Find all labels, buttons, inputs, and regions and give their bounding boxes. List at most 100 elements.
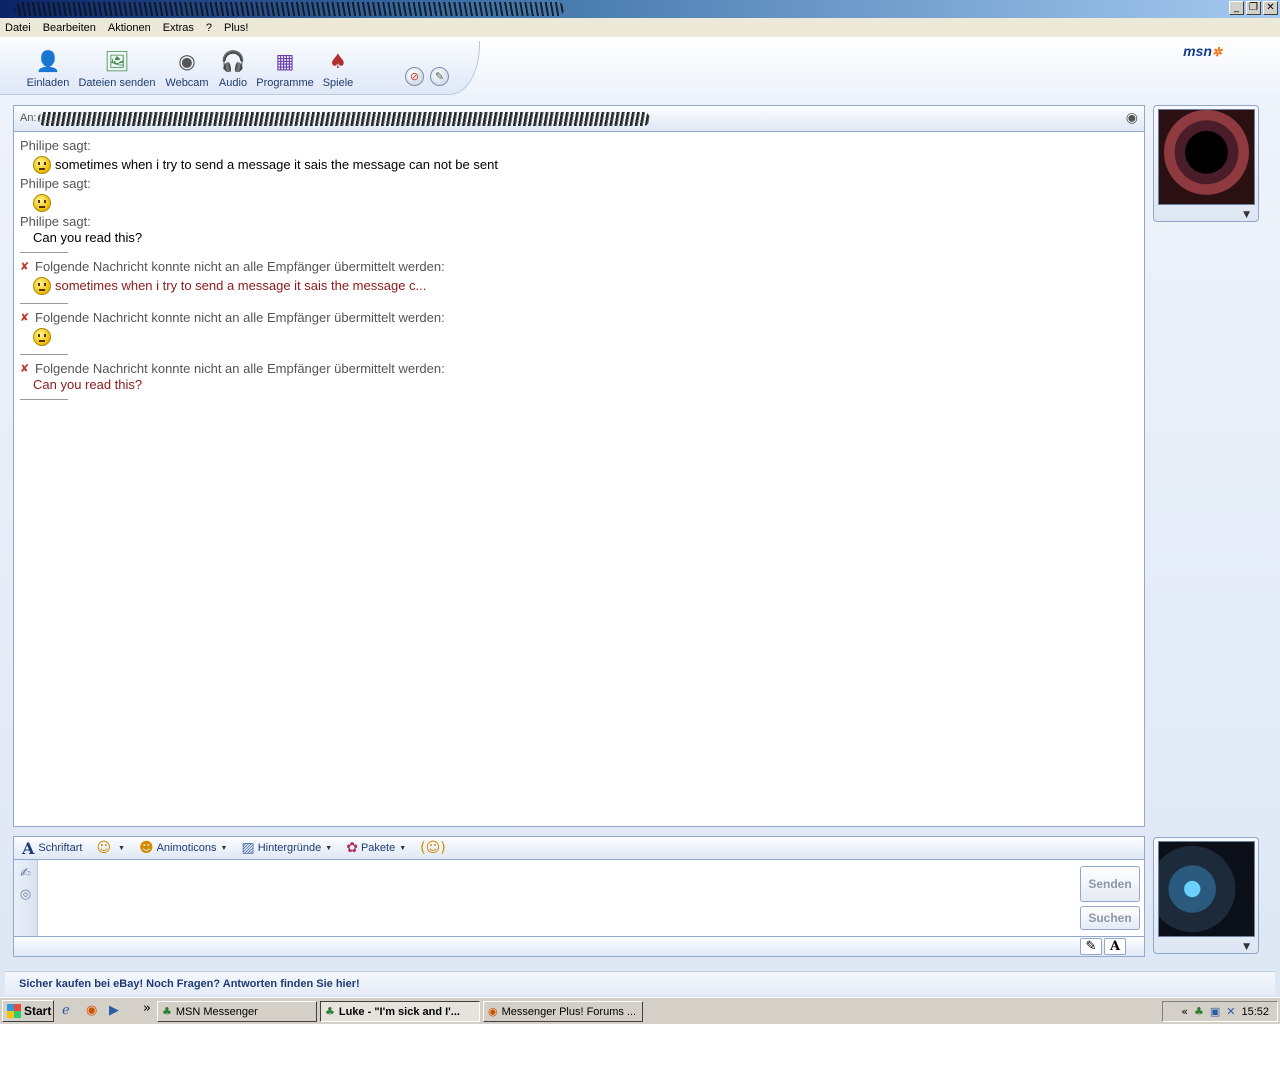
- search-button[interactable]: Suchen: [1080, 906, 1140, 930]
- webcam-icon: ◉: [178, 49, 196, 73]
- background-image-icon: ▨: [241, 840, 255, 856]
- send-files-button[interactable]: 🖼 Dateien senden: [78, 47, 156, 89]
- menu-help[interactable]: ?: [206, 22, 212, 34]
- programs-button[interactable]: ▦ Programme: [256, 47, 314, 89]
- animoticons-label: Animoticons: [156, 842, 217, 854]
- toolbar-area: 👤 Einladen 🖼 Dateien senden ◉ Webcam 🎧 A…: [0, 37, 1280, 97]
- ad-banner[interactable]: Sicher kaufen bei eBay! Noch Fragen? Ant…: [5, 971, 1275, 995]
- own-picture-image: [1158, 841, 1255, 937]
- message-text: Can you read this?: [33, 230, 143, 245]
- chevron-down-icon[interactable]: ▼: [1243, 210, 1250, 220]
- menu-plus[interactable]: Plus!: [224, 22, 248, 34]
- xfire-icon[interactable]: ✕: [1226, 1005, 1235, 1018]
- contact-display-picture[interactable]: ▼: [1153, 105, 1259, 222]
- message-line: [20, 192, 1144, 214]
- start-label: Start: [24, 1004, 52, 1018]
- nudge-button[interactable]: (☺): [420, 840, 449, 856]
- message-sender: Philipe sagt:: [20, 176, 91, 191]
- send-button[interactable]: Senden: [1080, 866, 1140, 902]
- backgrounds-button[interactable]: ▨ Hintergründe ▼: [241, 840, 332, 856]
- emoticons-button[interactable]: ☺ ▼: [96, 840, 125, 856]
- brush-icon: ✎: [434, 70, 445, 83]
- menu-bearbeiten[interactable]: Bearbeiten: [43, 22, 96, 34]
- divider: [20, 252, 68, 253]
- restore-button[interactable]: ❐: [1246, 1, 1261, 15]
- media-player-icon[interactable]: ▶: [109, 1003, 119, 1018]
- network-icon[interactable]: ▣: [1210, 1005, 1220, 1018]
- message-sender: Philipe sagt:: [20, 138, 91, 153]
- task-msn-messenger[interactable]: ♣ MSN Messenger: [157, 1001, 317, 1022]
- task-label: Messenger Plus! Forums ...: [501, 1005, 637, 1018]
- sad-smiley-icon: [33, 328, 51, 346]
- audio-icon: 🎧: [220, 49, 246, 73]
- conversation-history[interactable]: Philipe sagt: sometimes when i try to se…: [13, 131, 1145, 827]
- failed-message: ✘ Folgende Nachricht konnte nicht an all…: [20, 361, 1144, 393]
- sad-smiley-icon: [33, 194, 51, 212]
- failure-notice-text: Folgende Nachricht konnte nicht an alle …: [35, 361, 445, 376]
- handwriting-mode-button[interactable]: ✎: [1080, 938, 1102, 955]
- nudge-icon: (☺): [420, 840, 446, 856]
- games-button[interactable]: ♠ Spiele: [320, 47, 356, 89]
- tray-expand-icon[interactable]: «: [1181, 1005, 1188, 1018]
- font-icon: A: [22, 838, 35, 858]
- redacted-title: [14, 2, 564, 16]
- msn-tray-icon[interactable]: ♣: [1194, 1005, 1204, 1018]
- failure-notice-text: Folgende Nachricht konnte nicht an alle …: [35, 310, 445, 325]
- input-footer: ✎ A: [13, 937, 1145, 957]
- failed-message: ✘ Folgende Nachricht konnte nicht an all…: [20, 310, 1144, 348]
- text-mode-button[interactable]: A: [1104, 938, 1126, 955]
- chevron-down-icon: ▼: [325, 844, 333, 852]
- programs-icon: ▦: [275, 49, 295, 73]
- failure-notice-text: Folgende Nachricht konnte nicht an alle …: [35, 259, 445, 274]
- failed-message-line: Can you read this?: [20, 377, 1144, 393]
- task-conversation[interactable]: ♣ Luke - "I'm sick and I'...: [320, 1001, 480, 1022]
- animoticons-button[interactable]: ☻ Animoticons ▼: [139, 840, 227, 856]
- handwriting-icon[interactable]: ✍: [14, 866, 37, 881]
- sad-smiley-icon: [33, 156, 51, 174]
- title-bar[interactable]: _ ❐ ✕: [0, 0, 1280, 18]
- sad-smiley-icon: [33, 277, 51, 295]
- chevron-down-icon: ▼: [399, 844, 407, 852]
- pen-icon: ✎: [1085, 939, 1097, 954]
- invite-button[interactable]: 👤 Einladen: [26, 47, 70, 89]
- font-label: Schriftart: [38, 842, 83, 854]
- minimize-button[interactable]: _: [1229, 1, 1244, 15]
- message-input[interactable]: [40, 862, 1076, 932]
- failed-message-text: sometimes when i try to send a message i…: [55, 278, 427, 293]
- chevron-down-icon[interactable]: ▼: [1243, 942, 1250, 952]
- contact-webcam-icon[interactable]: ◉: [1126, 110, 1138, 126]
- block-button[interactable]: ⊘: [405, 67, 424, 86]
- customize-button[interactable]: ✎: [430, 67, 449, 86]
- divider: [20, 303, 68, 304]
- recipient-label: An:: [20, 112, 37, 124]
- format-toolbar: A Schriftart ☺ ▼ ☻ Animoticons ▼ ▨ Hinte…: [13, 836, 1145, 860]
- packages-button[interactable]: ✿ Pakete ▼: [346, 840, 406, 856]
- audio-button[interactable]: 🎧 Audio: [216, 47, 250, 89]
- own-display-picture[interactable]: ▼: [1153, 837, 1259, 954]
- ie-icon[interactable]: ℯ: [62, 1003, 70, 1018]
- more-quicklaunch-icon[interactable]: »: [143, 1001, 151, 1016]
- font-button[interactable]: A Schriftart: [22, 839, 82, 858]
- webcam-button[interactable]: ◉ Webcam: [164, 47, 210, 89]
- ad-text[interactable]: Sicher kaufen bei eBay! Noch Fragen? Ant…: [19, 978, 360, 990]
- menu-datei[interactable]: Datei: [5, 22, 31, 34]
- voice-clip-icon[interactable]: ◎: [14, 887, 37, 902]
- msn-icon: ♣: [162, 1005, 172, 1018]
- contact-picture-image: [1158, 109, 1255, 205]
- menu-extras[interactable]: Extras: [163, 22, 194, 34]
- task-label: Luke - "I'm sick and I'...: [338, 1005, 460, 1018]
- message: Philipe sagt: Can you read this?: [20, 214, 1144, 246]
- games-label: Spiele: [322, 77, 354, 89]
- start-button[interactable]: Start: [2, 1000, 54, 1022]
- divider: [20, 354, 68, 355]
- message-line: Can you read this?: [20, 230, 1144, 246]
- task-label: MSN Messenger: [175, 1005, 258, 1018]
- menu-aktionen[interactable]: Aktionen: [108, 22, 151, 34]
- task-firefox[interactable]: ◉ Messenger Plus! Forums ...: [483, 1001, 643, 1022]
- divider: [20, 399, 68, 400]
- games-icon: ♠: [329, 49, 347, 73]
- chevron-down-icon: ▼: [118, 844, 125, 852]
- close-button[interactable]: ✕: [1263, 1, 1278, 15]
- firefox-icon[interactable]: ◉: [86, 1003, 97, 1018]
- delivery-failed-icon: ✘: [20, 311, 30, 324]
